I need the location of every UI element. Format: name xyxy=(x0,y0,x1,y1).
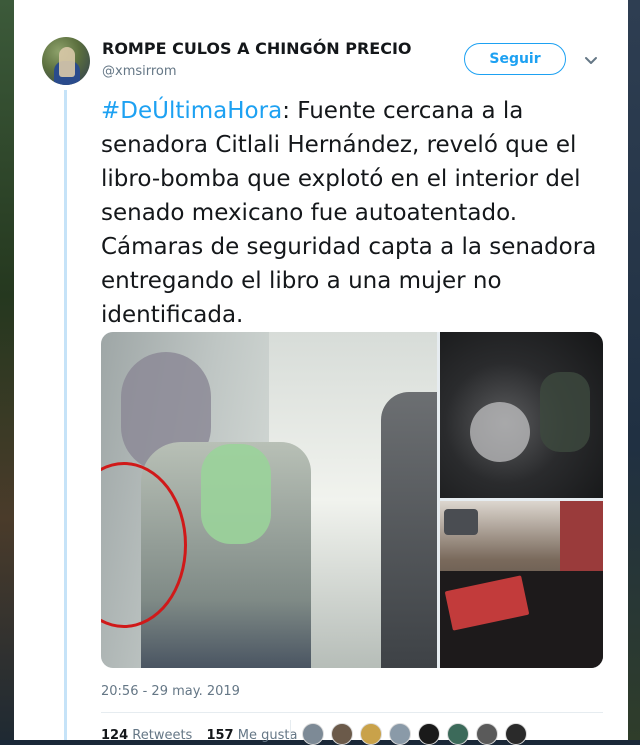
likes-label: Me gusta xyxy=(237,728,298,743)
photo-green-bag xyxy=(201,444,271,544)
photo-desk-phone xyxy=(444,509,478,535)
photo-figure-right xyxy=(381,392,437,668)
timestamp[interactable]: 20:56 - 29 may. 2019 xyxy=(101,684,240,699)
background-edge-right xyxy=(628,0,640,740)
liker-avatar[interactable] xyxy=(476,723,498,745)
tweet-card: ROMPE CULOS A CHINGÓN PRECIO @xmsirrom S… xyxy=(14,0,628,745)
photo-main[interactable] xyxy=(101,332,437,668)
avatar[interactable] xyxy=(42,37,90,85)
likes-stat[interactable]: 157 Me gusta xyxy=(206,728,297,743)
tweet-stats: 124 Retweets 157 Me gusta xyxy=(101,728,307,743)
liker-avatar[interactable] xyxy=(331,723,353,745)
tweet-body: : Fuente cercana a la senadora Citlali H… xyxy=(101,98,597,328)
thread-line xyxy=(64,90,67,740)
photo-blur-shape xyxy=(470,402,530,462)
hashtag-link[interactable]: #DeÚltimaHora xyxy=(101,98,282,124)
retweets-count: 124 xyxy=(101,728,129,743)
photo-top-right[interactable] xyxy=(440,332,603,498)
retweets-label: Retweets xyxy=(132,728,193,743)
liker-avatar[interactable] xyxy=(360,723,382,745)
likes-count: 157 xyxy=(206,728,234,743)
tweet-text: #DeÚltimaHora: Fuente cercana a la senad… xyxy=(101,94,621,332)
liker-avatar[interactable] xyxy=(389,723,411,745)
media-grid xyxy=(101,332,603,668)
photo-blur-shape xyxy=(540,372,590,452)
liker-avatar[interactable] xyxy=(447,723,469,745)
background-edge-left xyxy=(0,0,14,740)
chevron-down-icon[interactable] xyxy=(584,52,598,66)
avatar-figure xyxy=(59,47,75,77)
retweets-stat[interactable]: 124 Retweets xyxy=(101,728,192,743)
handle[interactable]: @xmsirrom xyxy=(102,64,177,79)
divider xyxy=(101,712,603,713)
liker-avatar[interactable] xyxy=(505,723,527,745)
liker-avatar[interactable] xyxy=(418,723,440,745)
stats-separator xyxy=(290,720,291,740)
display-name[interactable]: ROMPE CULOS A CHINGÓN PRECIO xyxy=(102,39,412,58)
liker-avatars xyxy=(302,723,527,745)
liker-avatar[interactable] xyxy=(302,723,324,745)
follow-button[interactable]: Seguir xyxy=(464,43,566,75)
photo-bottom-right[interactable] xyxy=(440,501,603,668)
